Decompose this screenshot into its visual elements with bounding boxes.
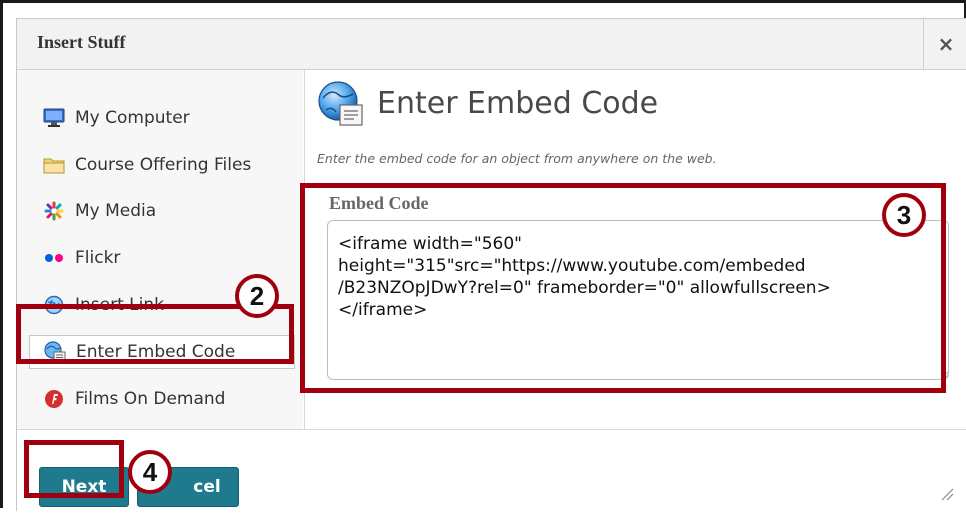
step3-badge: 3 (882, 193, 926, 237)
close-button[interactable]: × (923, 19, 966, 69)
main-header: Enter Embed Code (317, 80, 658, 134)
page-title: Enter Embed Code (377, 85, 659, 121)
sidebar-item-my-computer[interactable]: My Computer (29, 101, 295, 135)
sidebar: My Computer Course Offering Files My Med… (17, 70, 303, 429)
sidebar-item-flickr[interactable]: Flickr (29, 241, 295, 275)
sidebar-item-my-media[interactable]: My Media (29, 194, 295, 228)
sidebar-item-course-offering-files[interactable]: Course Offering Files (29, 148, 295, 182)
close-icon: × (937, 32, 955, 56)
sidebar-item-films-on-demand[interactable]: Films On Demand (29, 382, 295, 416)
monitor-icon (41, 107, 67, 129)
dialog-resize-grip-icon[interactable] (940, 487, 954, 501)
media-icon (41, 200, 67, 222)
flickr-icon (41, 247, 67, 269)
sidebar-item-label: My Computer (75, 108, 190, 128)
embed-globe-large-icon (317, 80, 367, 134)
step3-highlight (300, 183, 946, 393)
dialog-titlebar: Insert Stuff × (17, 19, 966, 70)
films-on-demand-icon (41, 388, 67, 410)
folder-icon (41, 154, 67, 176)
step4-highlight (24, 440, 124, 498)
sidebar-item-label: Films On Demand (75, 389, 226, 409)
dialog-title: Insert Stuff (37, 32, 126, 52)
step2-badge: 2 (235, 274, 279, 318)
sidebar-item-label: Flickr (75, 248, 121, 268)
sidebar-item-label: Course Offering Files (75, 155, 252, 175)
step4-badge: 4 (128, 450, 172, 494)
cancel-button-label: cel (193, 477, 221, 497)
sidebar-item-label: My Media (75, 201, 157, 221)
page-description: Enter the embed code for an object from … (317, 151, 717, 166)
